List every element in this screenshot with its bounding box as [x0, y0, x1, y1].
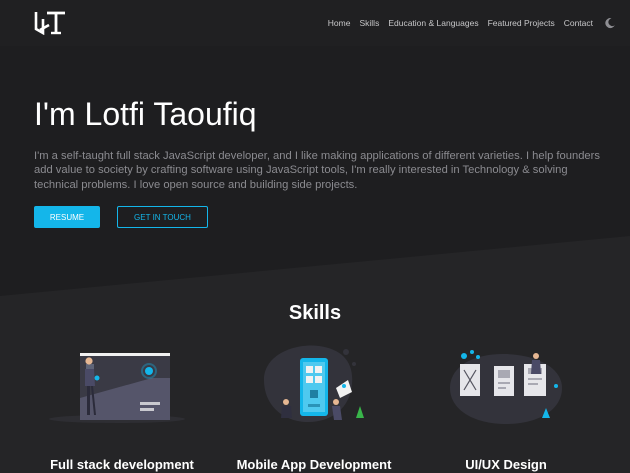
- hero-title: I'm Lotfi Taoufiq: [34, 96, 257, 132]
- skill-card-mobile-app: Mobile App Development: [224, 340, 404, 473]
- full-stack-illustration-icon: [49, 353, 185, 423]
- skills-section-title: Skills: [288, 302, 342, 324]
- nav-link-skills[interactable]: Skills: [359, 18, 379, 28]
- mobile-app-illustration-icon: [264, 345, 364, 422]
- skill-card-ui-ux: UI/UX Design: [416, 340, 596, 473]
- nav-link-home[interactable]: Home: [328, 18, 351, 28]
- hero-description: I'm a self-taught full stack JavaScript …: [34, 150, 600, 191]
- ui-ux-illustration-icon: [450, 350, 562, 424]
- nav-link-contact[interactable]: Contact: [564, 18, 593, 28]
- navbar: Home Skills Education & Languages Featur…: [0, 0, 630, 46]
- skill-label-full-stack: Full stack development: [50, 457, 194, 472]
- skill-label-mobile-app: Mobile App Development: [236, 457, 392, 472]
- moon-icon[interactable]: [604, 17, 616, 29]
- nav-link-education[interactable]: Education & Languages: [388, 18, 478, 28]
- resume-button[interactable]: RESUME: [34, 206, 100, 228]
- skill-label-ui-ux: UI/UX Design: [465, 457, 547, 472]
- nav-links: Home Skills Education & Languages Featur…: [328, 0, 616, 46]
- skill-card-full-stack: Full stack development: [32, 340, 212, 473]
- get-in-touch-button[interactable]: GET IN TOUCH: [117, 206, 208, 228]
- lt-monogram-logo-icon[interactable]: [34, 9, 66, 35]
- nav-link-projects[interactable]: Featured Projects: [488, 18, 555, 28]
